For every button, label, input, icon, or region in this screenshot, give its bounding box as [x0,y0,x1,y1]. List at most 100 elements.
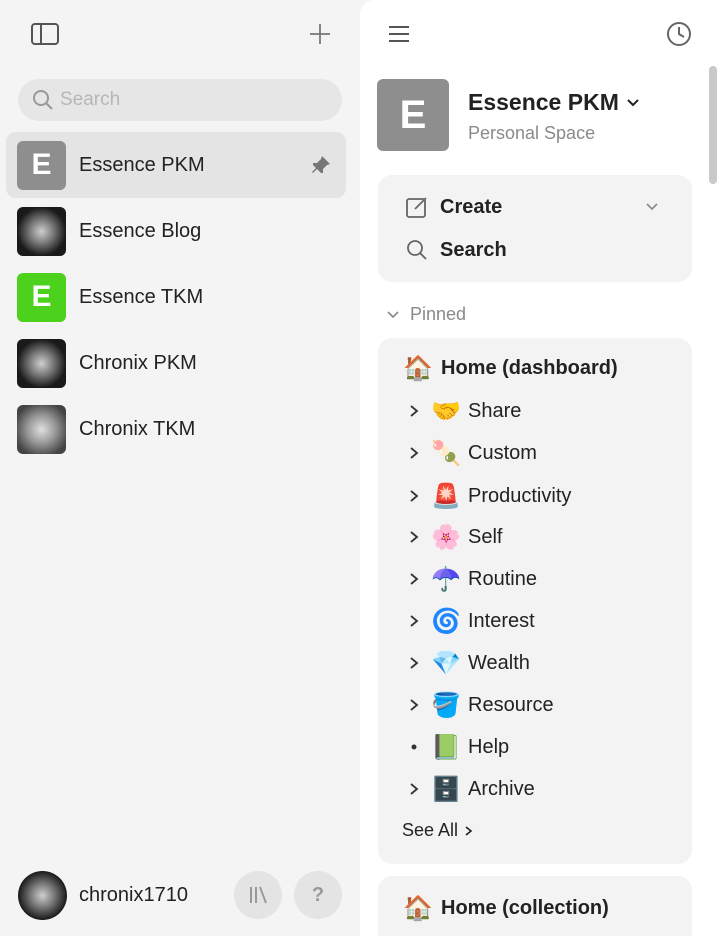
workspace-item-essence-pkm[interactable]: E Essence PKM [6,132,346,198]
cyclone-icon: 🌀 [431,607,461,635]
workspace-item-chronix-tkm[interactable]: Chronix TKM [6,396,346,462]
collection-tree: 🏠 Home (collection) [378,876,692,936]
tree-item-label: Archive [468,777,535,800]
tree-item-interest[interactable]: 🌀 Interest [404,605,535,637]
chevron-right-icon[interactable] [404,530,424,544]
workspace-sidebar: E Essence PKM Essence Blog E Essence TKM… [0,0,360,936]
search-button[interactable]: Search [404,237,507,263]
tree-item-self[interactable]: 🌸 Self [404,521,502,553]
green-book-icon: 📗 [431,733,461,761]
house-icon: 🏠 [403,354,433,382]
handshake-icon: 🤝 [431,397,461,425]
create-options-button[interactable] [642,197,662,217]
home-collection-item[interactable]: 🏠 Home (collection) [402,894,609,922]
workspace-label: Chronix TKM [79,417,196,440]
workspace-item-chronix-pkm[interactable]: Chronix PKM [6,330,346,396]
workspace-avatar: E [17,272,66,322]
menu-button[interactable] [386,22,412,46]
help-icon: ? [311,883,325,906]
workspace-label: Essence PKM [79,153,205,176]
panel-scrollbar[interactable] [709,66,717,184]
help-button[interactable]: ? [294,871,342,919]
clock-icon [667,22,691,46]
gem-icon: 💎 [431,649,461,677]
create-button[interactable]: Create [404,194,502,220]
custom-icon: 🍡 [431,439,461,467]
chevron-down-icon [627,98,639,106]
tree-item-archive[interactable]: 🗄️ Archive [404,773,535,805]
tree-item-routine[interactable]: ☂️ Routine [404,563,537,595]
workspace-avatar [17,404,66,454]
space-switcher[interactable]: Essence PKM [468,89,641,116]
workspace-label: Chronix PKM [79,351,197,374]
bucket-icon: 🪣 [431,691,461,719]
hamburger-icon [389,26,409,42]
file-cabinet-icon: 🗄️ [431,775,461,803]
tree-item-label: Productivity [468,484,572,507]
tree-item-custom[interactable]: 🍡 Custom [404,437,537,469]
workspace-item-essence-blog[interactable]: Essence Blog [6,198,346,264]
tree-item-label: Share [468,399,522,422]
user-avatar[interactable] [18,870,67,920]
chevron-right-icon[interactable] [404,782,424,796]
workspace-item-essence-tkm[interactable]: E Essence TKM [6,264,346,330]
see-all-link[interactable]: See All [402,820,475,841]
tree-item-wealth[interactable]: 💎 Wealth [404,647,530,679]
chevron-right-icon [465,825,473,836]
add-workspace-button[interactable] [306,20,334,48]
home-dashboard-label: Home (dashboard) [441,356,618,379]
library-icon [250,886,267,904]
search-icon [33,90,53,110]
library-button[interactable] [234,871,282,919]
tree-item-label: Self [468,525,503,548]
actions-card: Create Search [378,175,692,282]
chevron-right-icon[interactable] [404,698,424,712]
workspace-label: Essence TKM [79,285,204,308]
plus-icon [310,24,330,44]
workspace-search[interactable] [18,79,342,121]
house-icon: 🏠 [403,894,433,922]
workspace-avatar [17,206,66,256]
tree-item-label: Resource [468,693,554,716]
search-icon [404,237,430,263]
tree-item-label: Help [468,735,510,758]
tree-item-productivity[interactable]: 🚨 Productivity [404,480,571,512]
pinned-tree: 🏠 Home (dashboard) 🤝 Share 🍡 Custom 🚨 Pr… [378,338,692,864]
space-panel: E Essence PKM Personal Space Create Sear… [360,0,725,936]
chevron-down-icon [387,310,399,318]
chevron-right-icon[interactable] [404,656,424,670]
bullet-icon [404,743,424,751]
create-label: Create [440,195,503,218]
sidebar-panel-icon [31,23,59,45]
pin-icon[interactable] [310,154,332,181]
space-header: E Essence PKM Personal Space [377,79,707,151]
user-name: chronix1710 [79,883,188,906]
workspace-list: E Essence PKM Essence Blog E Essence TKM… [6,132,346,462]
home-dashboard-item[interactable]: 🏠 Home (dashboard) [402,354,618,382]
umbrella-icon: ☂️ [431,565,461,593]
history-button[interactable] [665,20,693,48]
toggle-sidebar-button[interactable] [28,20,62,48]
tree-item-help[interactable]: 📗 Help [404,731,509,763]
search-label: Search [440,238,507,261]
chevron-right-icon[interactable] [404,404,424,418]
chevron-right-icon[interactable] [404,572,424,586]
chevron-right-icon[interactable] [404,489,424,503]
chevron-right-icon[interactable] [404,614,424,628]
space-avatar: E [377,79,449,151]
tree-item-resource[interactable]: 🪣 Resource [404,689,554,721]
workspace-avatar [17,338,66,388]
tree-item-label: Interest [468,609,535,632]
chevron-down-icon [646,203,658,211]
tree-item-label: Routine [468,567,537,590]
tree-item-label: Custom [468,441,537,464]
edit-icon [404,194,430,220]
workspace-avatar: E [17,140,66,190]
chevron-right-icon[interactable] [404,446,424,460]
pinned-section-toggle[interactable]: Pinned [386,304,466,325]
see-all-label: See All [402,820,459,840]
user-bar: chronix1710 ? [18,870,348,920]
workspace-search-input[interactable] [60,89,320,111]
siren-icon: 🚨 [431,482,461,510]
tree-item-share[interactable]: 🤝 Share [404,395,521,427]
